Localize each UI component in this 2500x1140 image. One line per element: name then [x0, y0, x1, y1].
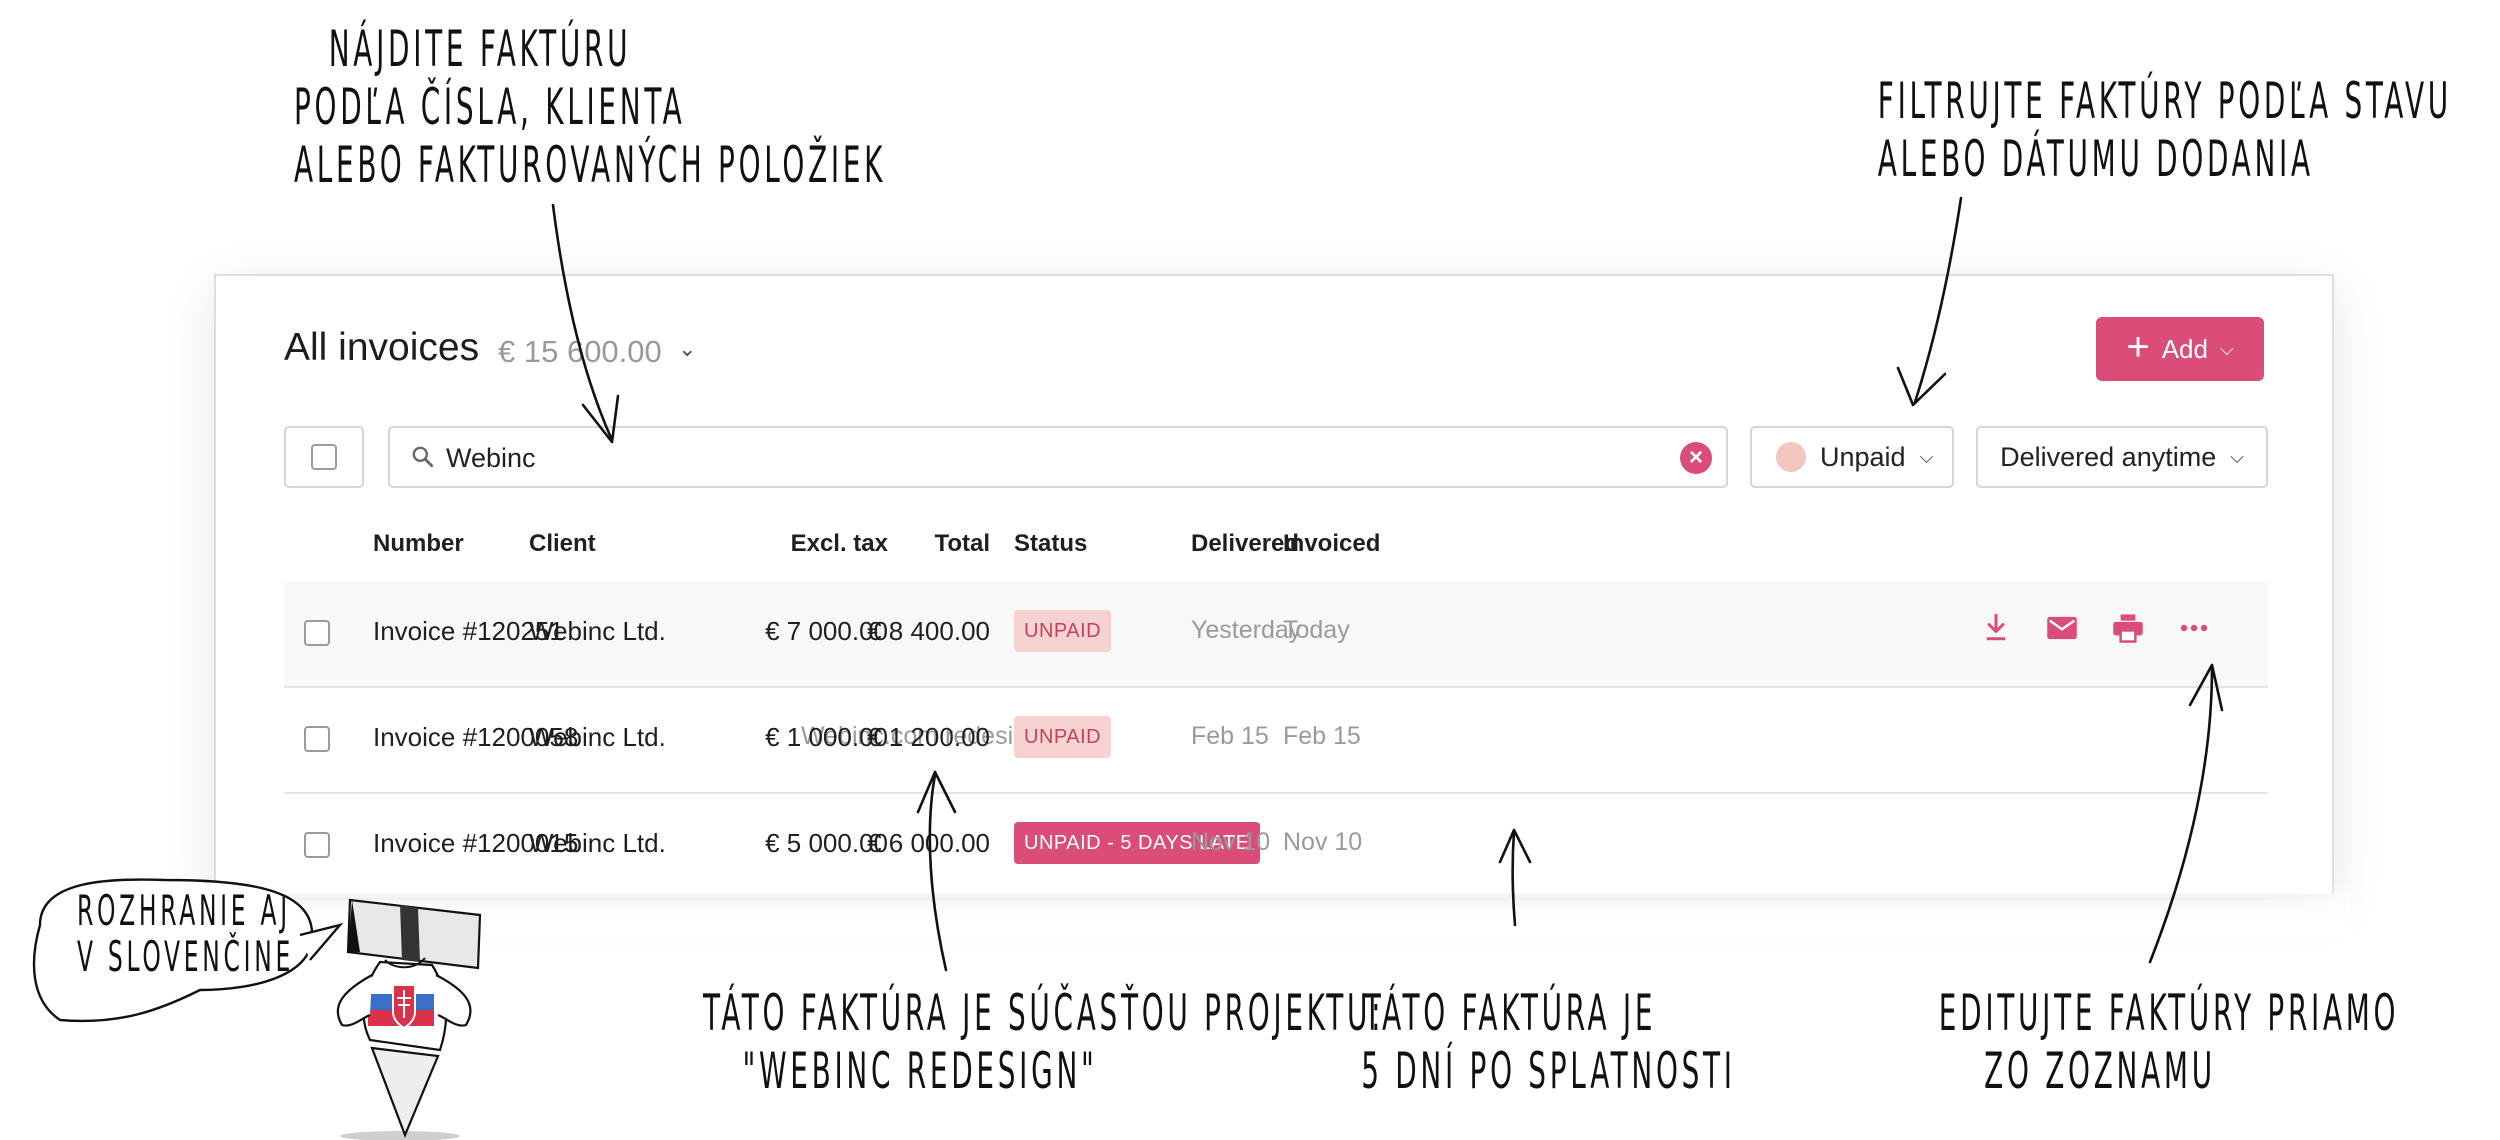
status-badge: UNPAID — [1014, 716, 1112, 758]
row-checkbox[interactable] — [304, 620, 330, 646]
clear-search-icon[interactable]: × — [1680, 442, 1712, 474]
search-box[interactable]: × — [388, 426, 1728, 488]
invoiced-date: Today — [1283, 616, 1350, 644]
row-checkbox[interactable] — [304, 726, 330, 752]
column-excl-tax[interactable]: Excl. tax — [762, 530, 888, 558]
chevron-down-icon[interactable]: ⌄ — [678, 336, 696, 362]
invoice-client[interactable]: Webinc Ltd. — [529, 828, 666, 859]
status-color-dot — [1776, 442, 1806, 472]
delivered-date: Feb 15 — [1191, 722, 1269, 750]
invoice-total: € 8 400.00 — [867, 616, 990, 646]
chevron-down-icon: ⌵ — [2219, 338, 2234, 359]
delivered-filter-label: Delivered anytime — [2000, 441, 2217, 472]
invoiced-date: Nov 10 — [1283, 828, 1363, 856]
invoiced-date: Feb 15 — [1283, 722, 1361, 750]
select-all-checkbox[interactable] — [284, 426, 364, 488]
invoice-total: € 6 000.00 — [867, 828, 990, 858]
search-icon — [412, 446, 434, 468]
delivered-filter[interactable]: Delivered anytime ⌵ — [1976, 426, 2268, 488]
chevron-down-icon: ⌵ — [2230, 446, 2244, 467]
search-input[interactable] — [444, 438, 1628, 478]
table-row[interactable]: Invoice #120251 Webinc Ltd. € 7 000.00 €… — [284, 582, 2268, 688]
plus-icon: + — [2126, 325, 2150, 369]
invoice-total: € 1 200.00 — [867, 722, 990, 752]
late-annotation: Táto faktúra je 5 dní po splatnosti — [1361, 984, 1736, 1100]
project-annotation: Táto faktúra je súčasťou projektu: "Webi… — [703, 984, 1385, 1100]
print-icon[interactable] — [2112, 612, 2144, 644]
column-total[interactable]: Total — [904, 530, 990, 558]
mascot-illustration — [32, 878, 482, 1140]
row-actions — [1980, 612, 2210, 644]
mascot-figure — [336, 898, 482, 1140]
add-button[interactable]: + Add ⌵ — [2096, 317, 2264, 381]
more-icon[interactable] — [2178, 612, 2210, 644]
status-filter-label: Unpaid — [1820, 441, 1906, 472]
invoice-client[interactable]: Webinc Ltd. — [529, 722, 666, 753]
mail-icon[interactable] — [2046, 612, 2078, 644]
status-badge: UNPAID — [1014, 610, 1112, 652]
filter-annotation: Filtrujte faktúry podľa stavu alebo dátu… — [1877, 72, 2452, 188]
checkbox[interactable] — [311, 444, 337, 470]
column-client[interactable]: Client — [529, 530, 596, 558]
delivered-date: Nov 10 — [1191, 828, 1271, 856]
invoices-panel: All invoices € 15 600.00 ⌄ + Add ⌵ × Unp… — [214, 274, 2334, 900]
column-status[interactable]: Status — [1014, 530, 1087, 558]
column-number[interactable]: Number — [373, 530, 464, 558]
column-invoiced[interactable]: Invoiced — [1283, 530, 1380, 558]
status-filter[interactable]: Unpaid ⌵ — [1750, 426, 1954, 488]
mascot-bubble-text: Rozhranie aj v slovenčine — [77, 886, 295, 981]
download-icon[interactable] — [1980, 612, 2012, 644]
card-fade — [200, 880, 2350, 940]
table-row[interactable]: Invoice #1200058 Webinc Ltd. Webinc.com … — [284, 688, 2268, 794]
table-header: Number Client Excl. tax Total Status Del… — [284, 520, 2268, 584]
search-annotation: Nájdite faktúru podľa čísla, klienta ale… — [294, 20, 887, 194]
add-button-label: Add — [2161, 333, 2208, 364]
invoice-client[interactable]: Webinc Ltd. — [529, 616, 666, 647]
edit-annotation: Editujte faktúry priamo zo zoznamu — [1938, 984, 2400, 1100]
invoices-total[interactable]: € 15 600.00 — [498, 334, 662, 370]
page-title: All invoices — [284, 326, 480, 369]
chevron-down-icon: ⌵ — [1919, 446, 1934, 467]
